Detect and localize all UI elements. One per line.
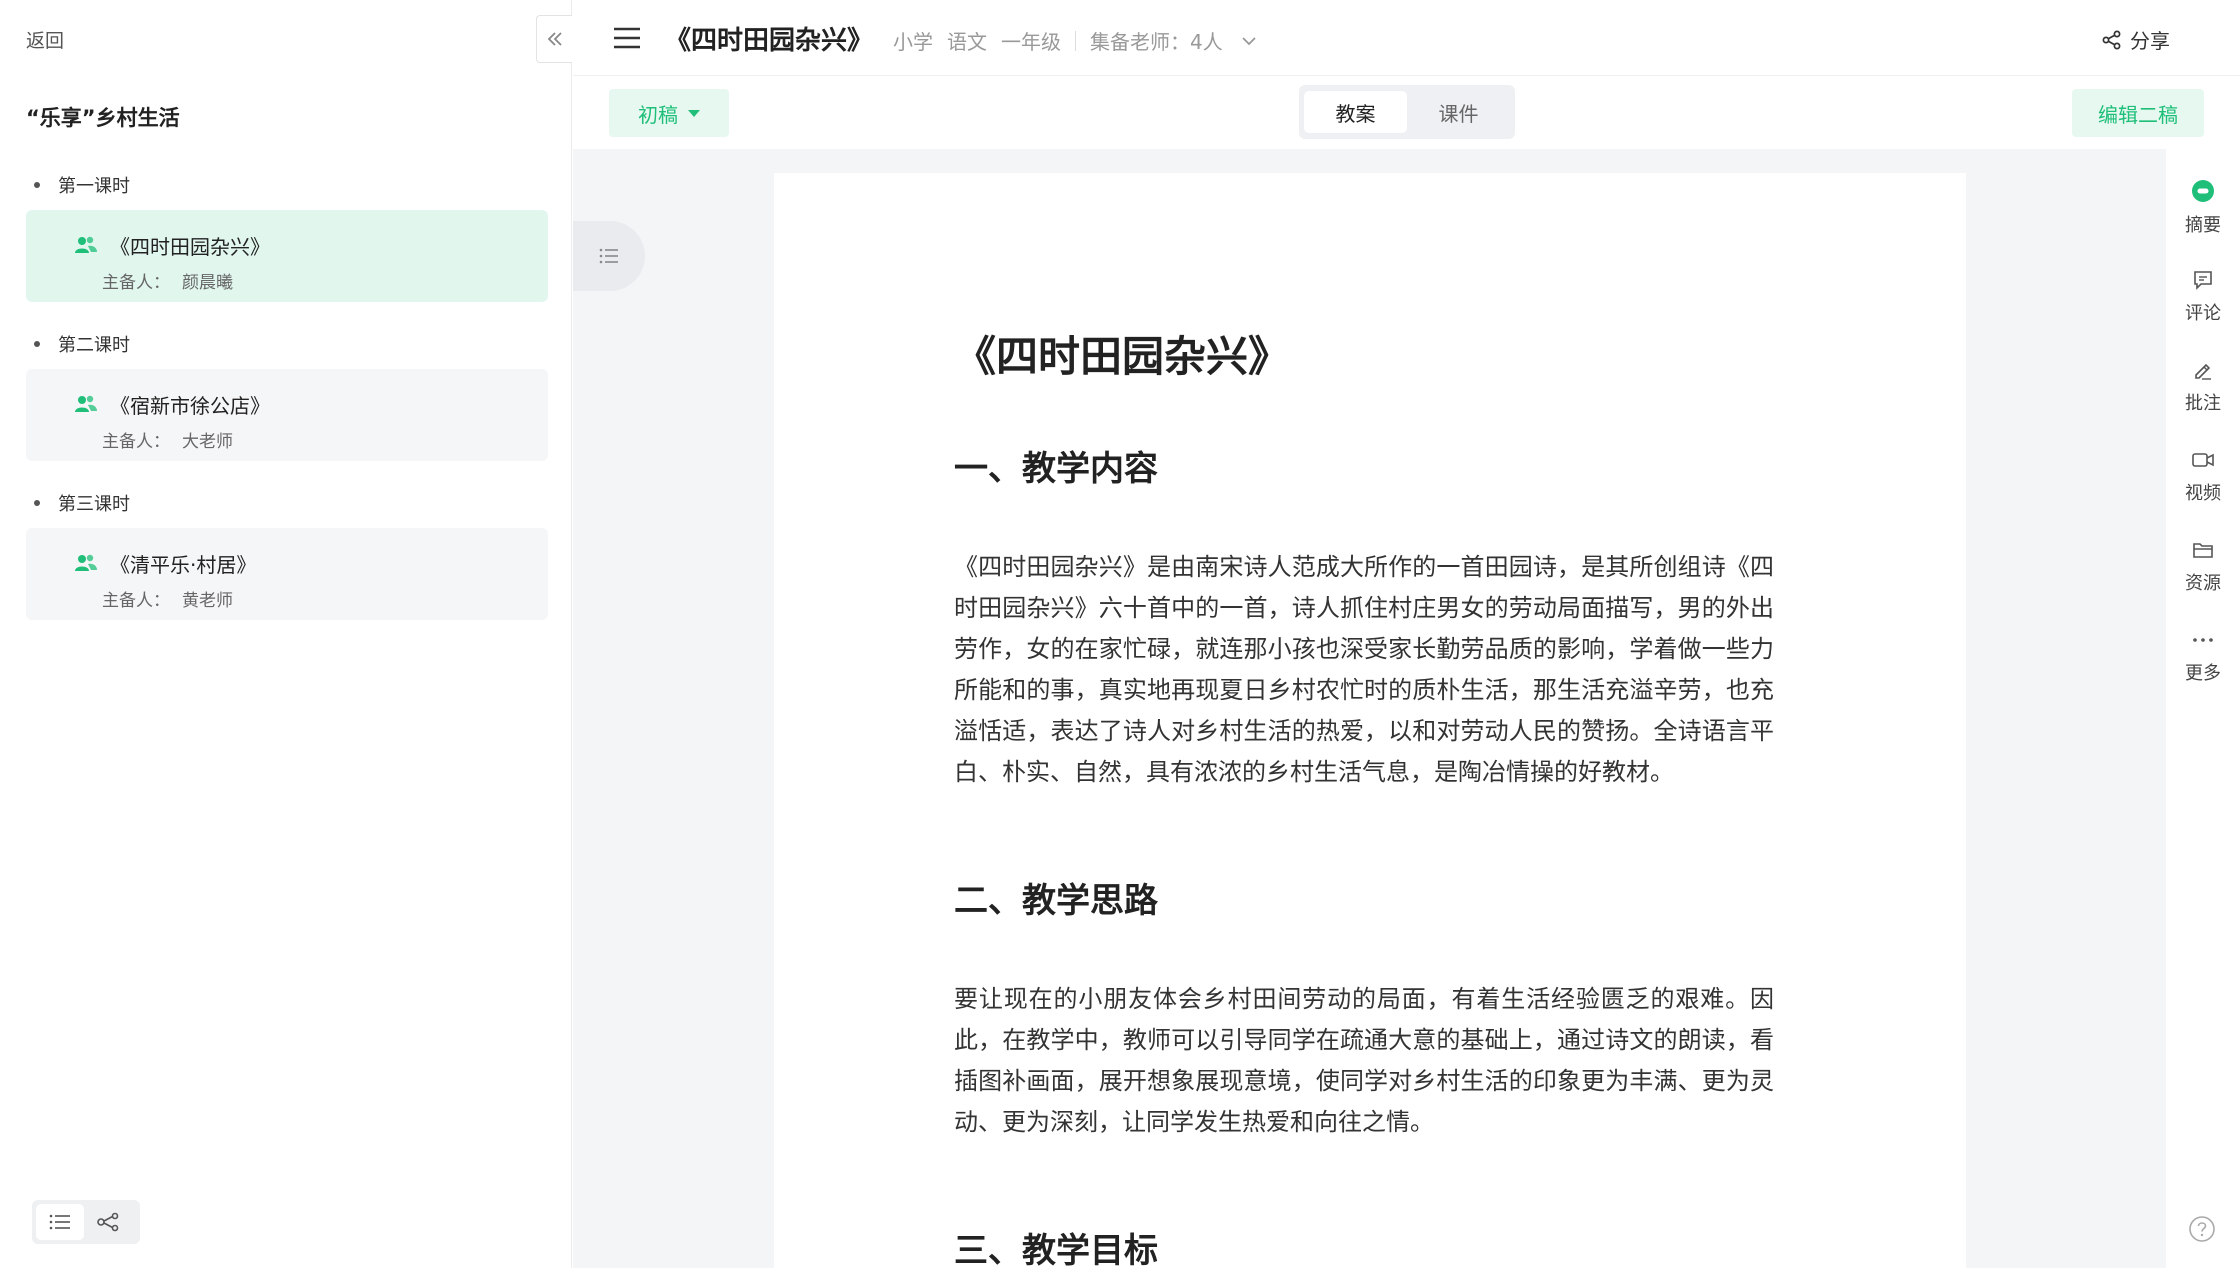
top-header: 《四时田园杂兴》 小学 语文 一年级 集备老师：4人 分享 bbox=[573, 0, 2240, 76]
lesson-owner: 主备人： 大老师 bbox=[102, 427, 233, 452]
rail-video[interactable]: 视频 bbox=[2166, 449, 2240, 505]
lesson-period-heading: 第一课时 bbox=[34, 172, 130, 198]
lesson-period-label: 第二课时 bbox=[58, 335, 130, 356]
list-icon bbox=[49, 1214, 70, 1230]
rail-label: 评论 bbox=[2185, 303, 2221, 324]
section-heading: 一、教学内容 bbox=[954, 449, 1158, 489]
lesson-period-heading: 第二课时 bbox=[34, 331, 130, 357]
rail-label: 更多 bbox=[2185, 663, 2221, 684]
teachers-dropdown[interactable]: 集备老师：4人 bbox=[1090, 26, 1257, 55]
view-tabs: 教案 课件 bbox=[1299, 85, 1515, 139]
lesson-card-2[interactable]: 《宿新市徐公店》 主备人： 大老师 bbox=[26, 369, 548, 461]
lesson-name: 《宿新市徐公店》 bbox=[110, 394, 270, 418]
double-chevron-left-icon bbox=[547, 32, 562, 46]
lesson-name: 《四时田园杂兴》 bbox=[110, 235, 270, 259]
right-tool-rail: 摘要 评论 批注 视频 资源 更多 bbox=[2166, 149, 2240, 1268]
comment-icon bbox=[2194, 271, 2212, 290]
more-icon bbox=[2193, 638, 2213, 642]
tab-courseware[interactable]: 课件 bbox=[1407, 91, 1510, 133]
unit-title: “乐享”乡村生活 bbox=[26, 106, 180, 130]
mindmap-icon bbox=[97, 1212, 119, 1232]
share-button[interactable]: 分享 bbox=[2102, 25, 2170, 54]
draft-version-dropdown[interactable]: 初稿 bbox=[609, 89, 729, 137]
draft-label: 初稿 bbox=[638, 102, 678, 127]
list-view-button[interactable] bbox=[36, 1204, 84, 1240]
toc-toggle-button[interactable] bbox=[573, 221, 645, 291]
lesson-owner: 主备人： 黄老师 bbox=[102, 586, 233, 611]
lesson-sidebar: 返回 “乐享”乡村生活 第一课时 《四时田园杂兴》 主备人： 颜晨曦 第二课时 bbox=[0, 0, 572, 1268]
meta-divider bbox=[1075, 30, 1076, 51]
chevron-down-icon bbox=[1242, 36, 1256, 45]
owner-name: 颜晨曦 bbox=[182, 273, 233, 293]
bullet-dot bbox=[34, 500, 40, 506]
school-level: 小学 bbox=[893, 30, 933, 54]
rail-resources[interactable]: 资源 bbox=[2166, 539, 2240, 595]
tab-lesson-plan[interactable]: 教案 bbox=[1304, 91, 1407, 133]
owner-label: 主备人： bbox=[102, 432, 170, 452]
outline-icon bbox=[599, 248, 618, 264]
teachers-label: 集备老师：4人 bbox=[1090, 30, 1223, 54]
pen-icon bbox=[2195, 363, 2211, 380]
document-meta: 小学 语文 一年级 集备老师：4人 bbox=[893, 26, 1257, 55]
document-title: 《四时田园杂兴》 bbox=[665, 26, 874, 56]
share-label: 分享 bbox=[2130, 29, 2170, 53]
lesson-name: 《清平乐·村居》 bbox=[110, 553, 257, 577]
rail-label: 视频 bbox=[2185, 483, 2221, 504]
collapse-sidebar-button[interactable] bbox=[536, 15, 572, 63]
people-icon bbox=[75, 236, 97, 253]
owner-label: 主备人： bbox=[102, 273, 170, 293]
bullet-dot bbox=[34, 341, 40, 347]
document-heading: 《四时田园杂兴》 bbox=[954, 332, 1291, 381]
help-icon[interactable] bbox=[2188, 1215, 2216, 1243]
rail-summary[interactable]: 摘要 bbox=[2166, 179, 2240, 237]
people-icon bbox=[75, 554, 97, 571]
document-content-area: 《四时田园杂兴》 一、教学内容 《四时田园杂兴》是由南宋诗人范成大所作的一首田园… bbox=[573, 149, 2166, 1268]
rail-label: 批注 bbox=[2185, 393, 2221, 414]
edit-second-draft-button[interactable]: 编辑二稿 bbox=[2072, 89, 2204, 137]
owner-name: 黄老师 bbox=[182, 591, 233, 611]
lesson-card-3[interactable]: 《清平乐·村居》 主备人： 黄老师 bbox=[26, 528, 548, 620]
share-icon bbox=[2102, 30, 2121, 49]
video-icon bbox=[2192, 453, 2214, 467]
back-link[interactable]: 返回 bbox=[26, 26, 64, 53]
rail-comments[interactable]: 评论 bbox=[2166, 269, 2240, 325]
lesson-period-heading: 第三课时 bbox=[34, 490, 130, 516]
section-heading: 三、教学目标 bbox=[954, 1231, 1158, 1268]
lesson-card-1[interactable]: 《四时田园杂兴》 主备人： 颜晨曦 bbox=[26, 210, 548, 302]
subject: 语文 bbox=[947, 30, 987, 54]
document-toolbar: 初稿 教案 课件 编辑二稿 bbox=[573, 77, 2240, 149]
rail-label: 资源 bbox=[2185, 573, 2221, 594]
grade: 一年级 bbox=[1001, 30, 1061, 54]
section-body: 《四时田园杂兴》是由南宋诗人范成大所作的一首田园诗，是其所创组诗《四时田园杂兴》… bbox=[954, 553, 1774, 786]
section-heading: 二、教学思路 bbox=[954, 881, 1158, 921]
document-page: 《四时田园杂兴》 一、教学内容 《四时田园杂兴》是由南宋诗人范成大所作的一首田园… bbox=[774, 173, 1966, 1268]
lesson-period-label: 第一课时 bbox=[58, 176, 130, 197]
folder-icon bbox=[2193, 543, 2213, 558]
bullet-dot bbox=[34, 182, 40, 188]
owner-name: 大老师 bbox=[182, 432, 233, 452]
lesson-owner: 主备人： 颜晨曦 bbox=[102, 268, 233, 293]
hamburger-menu-icon[interactable] bbox=[613, 26, 641, 50]
rail-label: 摘要 bbox=[2185, 215, 2221, 236]
rail-annotate[interactable]: 批注 bbox=[2166, 359, 2240, 415]
rail-more[interactable]: 更多 bbox=[2166, 629, 2240, 685]
people-icon bbox=[75, 395, 97, 412]
mindmap-view-button[interactable] bbox=[84, 1204, 132, 1240]
owner-label: 主备人： bbox=[102, 591, 170, 611]
caret-down-icon bbox=[688, 109, 700, 117]
section-body: 要让现在的小朋友体会乡村田间劳动的局面，有着生活经验匮乏的艰难。因此，在教学中，… bbox=[954, 985, 1774, 1136]
sidebar-view-switcher bbox=[32, 1200, 140, 1244]
summary-icon bbox=[2192, 180, 2214, 202]
lesson-period-label: 第三课时 bbox=[58, 494, 130, 515]
